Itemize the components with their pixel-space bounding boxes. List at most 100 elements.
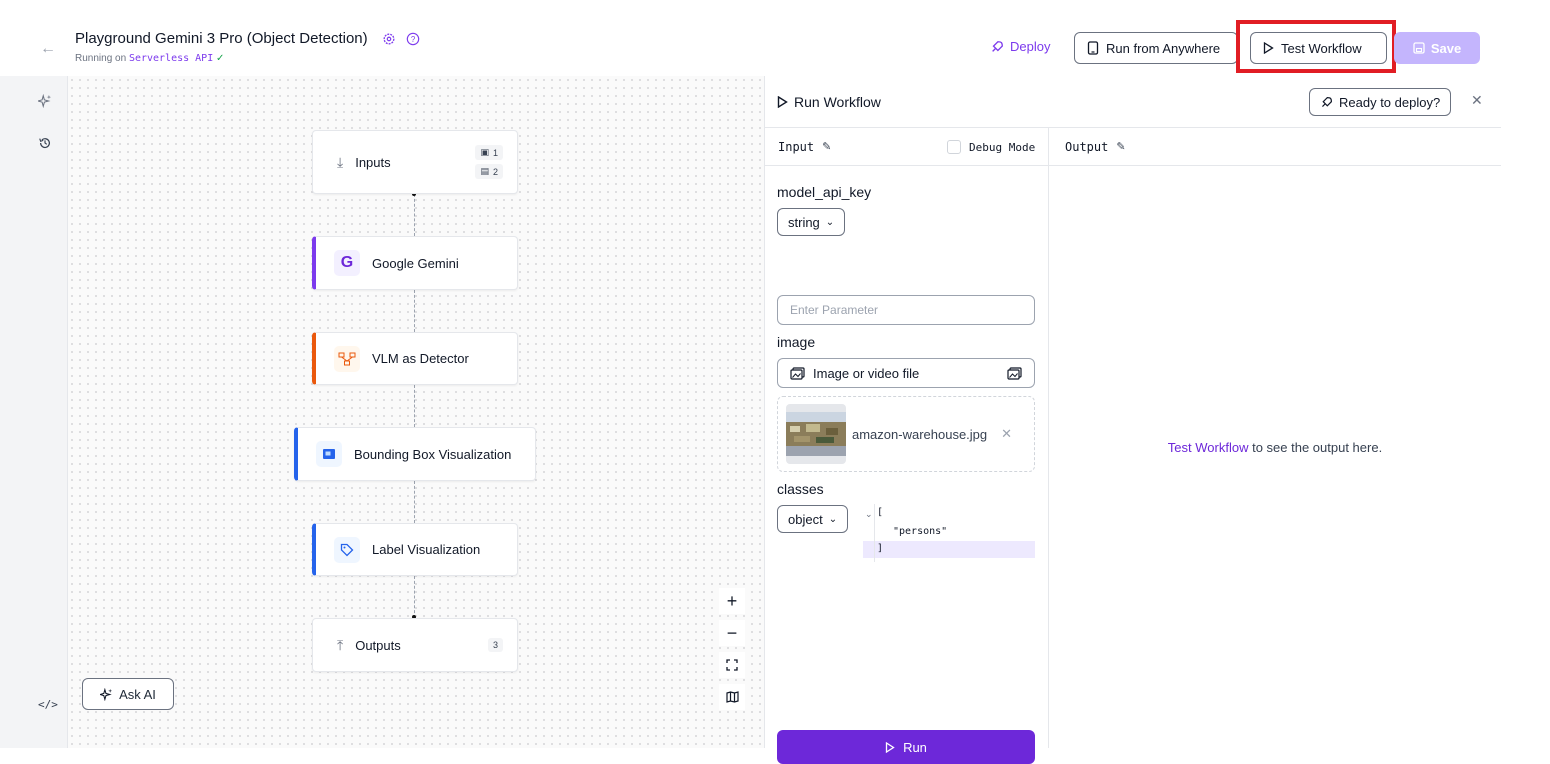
- image-input-label: Image or video file: [813, 365, 920, 381]
- highlight-box: [1236, 20, 1396, 73]
- output-placeholder: Test Workflow to see the output here.: [1049, 440, 1501, 455]
- download-icon: ⤓: [337, 153, 344, 170]
- sparkle-icon[interactable]: [38, 94, 52, 108]
- node-inputs[interactable]: ⤓ Inputs ▣ 1 ▤ 2: [312, 130, 518, 194]
- fit-view-button[interactable]: [719, 652, 745, 678]
- remove-file-icon[interactable]: ✕: [1001, 426, 1012, 442]
- map-icon: [725, 691, 739, 703]
- connector: [414, 385, 415, 427]
- outputs-count-badge: 3: [487, 638, 503, 652]
- panel-title: Run Workflow: [777, 94, 881, 110]
- rocket-icon: [1322, 96, 1332, 107]
- ready-to-deploy-button[interactable]: Ready to deploy?: [1309, 88, 1452, 116]
- running-prefix: Running on: [75, 53, 127, 64]
- settings-gear-icon[interactable]: [382, 32, 396, 46]
- run-label: Run: [903, 739, 927, 755]
- node-vlm-as-detector[interactable]: VLM as Detector: [312, 332, 518, 385]
- node-label: Outputs: [355, 637, 401, 653]
- image-label: image: [777, 334, 816, 350]
- save-label: Save: [1430, 40, 1462, 56]
- code-line: "persons": [893, 526, 948, 537]
- svg-text:?: ?: [411, 35, 416, 44]
- run-button[interactable]: Run: [777, 730, 1035, 764]
- api-key-type-select[interactable]: string ⌄: [777, 208, 846, 236]
- output-column: Output ✎ Test Workflow to see the output…: [1049, 128, 1501, 748]
- bounding-box-icon: [316, 441, 342, 467]
- node-label: Bounding Box Visualization: [354, 446, 512, 462]
- upload-icon: ⤒: [337, 636, 344, 653]
- node-label: VLM as Detector: [372, 351, 469, 366]
- deploy-button[interactable]: Deploy: [990, 39, 1050, 54]
- panel-title-label: Run Workflow: [794, 94, 881, 110]
- text-count: 2: [492, 166, 498, 177]
- zoom-out-button[interactable]: −: [719, 620, 745, 646]
- phone-icon: [1087, 41, 1099, 55]
- image-icon: ▣: [480, 147, 489, 157]
- connector: [414, 194, 415, 236]
- node-label: Label Visualization: [372, 542, 481, 557]
- history-icon[interactable]: [38, 136, 52, 150]
- run-workflow-panel: Run Workflow Ready to deploy? ✕ Input ✎ …: [764, 76, 1501, 764]
- classes-label: classes: [777, 481, 824, 497]
- workflow-canvas[interactable]: ⤓ Inputs ▣ 1 ▤ 2 G Google Gemini VLM as De…: [68, 76, 764, 748]
- image-count-badge: ▣ 1: [475, 145, 503, 160]
- workflow-title: Playground Gemini 3 Pro (Object Detectio…: [75, 30, 368, 47]
- debug-checkbox[interactable]: [947, 140, 961, 154]
- node-outputs[interactable]: ⤒ Outputs 3: [312, 618, 518, 672]
- output-header: Output ✎: [1049, 128, 1501, 166]
- classes-json-editor[interactable]: ⌄ [ "persons" ]: [863, 504, 1035, 562]
- output-message: to see the output here.: [1248, 440, 1383, 455]
- pencil-icon[interactable]: ✎: [822, 140, 831, 153]
- chevron-down-icon: ⌄: [828, 513, 838, 525]
- image-file-input[interactable]: Image or video file: [777, 358, 1035, 388]
- code-line: ]: [877, 543, 884, 554]
- ask-ai-button[interactable]: Ask AI: [82, 678, 174, 710]
- node-label: Inputs: [355, 154, 391, 170]
- code-gutter: ⌄: [863, 504, 875, 562]
- api-key-type-value: string: [788, 214, 820, 230]
- panel-header: Run Workflow Ready to deploy? ✕: [765, 76, 1501, 128]
- runtime-target: Serverless API: [128, 53, 214, 64]
- help-circle-icon[interactable]: ?: [406, 32, 420, 46]
- api-key-input[interactable]: Enter Parameter: [777, 295, 1035, 325]
- fold-chevron-icon[interactable]: ⌄: [865, 509, 873, 520]
- node-label: Google Gemini: [372, 255, 459, 271]
- save-button[interactable]: Save: [1394, 32, 1480, 64]
- back-arrow-icon[interactable]: ←: [40, 40, 56, 58]
- debug-label: Debug Mode: [969, 140, 1036, 154]
- output-heading: Output: [1065, 139, 1109, 154]
- node-bounding-box-visualization[interactable]: Bounding Box Visualization: [294, 427, 536, 481]
- page-title: Playground Gemini 3 Pro (Object Detectio…: [75, 30, 420, 47]
- google-g-icon: G: [334, 250, 360, 276]
- runtime-status: Running on Serverless API ✓: [75, 53, 224, 64]
- image-upload-icon: [790, 366, 805, 380]
- ask-ai-label: Ask AI: [119, 686, 156, 702]
- connector: [414, 290, 415, 332]
- api-key-label: model_api_key: [777, 184, 872, 200]
- top-header: ← Playground Gemini 3 Pro (Object Detect…: [0, 0, 1550, 76]
- left-rail: [0, 76, 68, 748]
- code-icon[interactable]: </>: [38, 698, 58, 711]
- pencil-icon[interactable]: ✎: [1116, 140, 1125, 153]
- classes-type-value: object: [788, 511, 823, 527]
- node-google-gemini[interactable]: G Google Gemini: [312, 236, 518, 290]
- classes-type-select[interactable]: object ⌄: [777, 505, 849, 533]
- check-icon: ✓: [216, 53, 225, 64]
- node-label-visualization[interactable]: Label Visualization: [312, 523, 518, 576]
- zoom-in-button[interactable]: +: [719, 588, 745, 614]
- run-from-anywhere-button[interactable]: Run from Anywhere: [1074, 32, 1238, 64]
- minimap-button[interactable]: [719, 684, 745, 710]
- fit-view-icon: [726, 659, 738, 671]
- ready-label: Ready to deploy?: [1339, 94, 1441, 110]
- close-icon[interactable]: ✕: [1471, 92, 1483, 109]
- debug-mode-toggle[interactable]: Debug Mode: [947, 140, 1035, 154]
- play-icon: [777, 96, 788, 108]
- test-workflow-link[interactable]: Test Workflow: [1168, 440, 1249, 455]
- input-column: Input ✎ Debug Mode model_api_key string …: [765, 128, 1049, 764]
- file-name: amazon-warehouse.jpg: [852, 426, 988, 442]
- input-heading: Input: [778, 139, 815, 154]
- deploy-label: Deploy: [1010, 39, 1051, 54]
- code-line: [: [877, 507, 884, 518]
- input-header: Input ✎ Debug Mode: [765, 128, 1049, 166]
- tag-icon: [334, 536, 360, 563]
